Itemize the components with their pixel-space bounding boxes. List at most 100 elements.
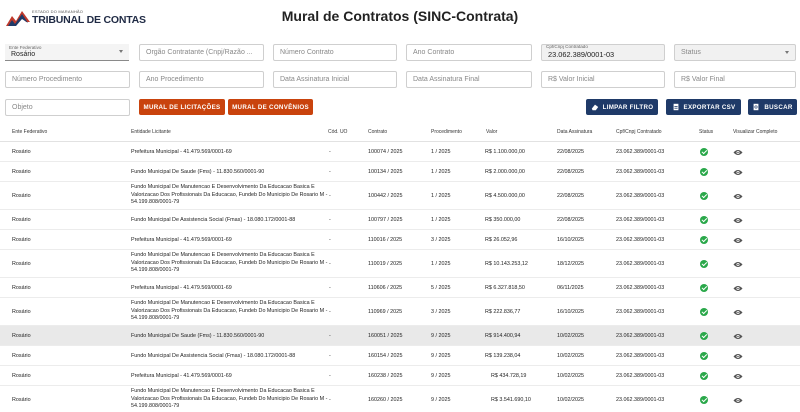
table-row[interactable]: Rosário Fundo Municipal De Saude (Fms) - …	[0, 326, 800, 346]
cell-data: 06/11/2025	[557, 285, 584, 291]
cell-contrato: 110606 / 2025	[368, 285, 403, 291]
ano-procedimento-input[interactable]: Ano Procedimento	[139, 71, 264, 88]
cell-ente: Rosário	[12, 193, 31, 199]
col-contrato[interactable]: Contrato	[368, 129, 387, 135]
exportar-csv-label: EXPORTAR CSV	[683, 103, 736, 111]
cell-ente: Rosário	[12, 237, 31, 243]
col-data[interactable]: Data Assinatura	[557, 129, 592, 135]
cell-contrato: 160238 / 2025	[368, 373, 403, 379]
mural-licitacoes-button[interactable]: MURAL DE LICITAÇÕES	[139, 99, 225, 115]
cell-cod-uo: -	[329, 261, 331, 267]
cell-entidade: Fundo Municipal De Manutencao E Desenvol…	[131, 252, 328, 274]
data-assinatura-inicial-input[interactable]: Data Assinatura Inicial	[273, 71, 397, 88]
valor-inicial-input[interactable]: R$ Valor Inicial	[541, 71, 665, 88]
cell-data: 10/02/2025	[557, 373, 584, 379]
exportar-csv-button[interactable]: EXPORTAR CSV	[666, 99, 741, 115]
cell-entidade: Fundo Municipal De Assistencia Social (F…	[131, 353, 296, 359]
mural-convenios-button[interactable]: MURAL DE CONVÊNIOS	[228, 99, 313, 115]
eye-icon[interactable]	[733, 193, 743, 200]
col-procedimento[interactable]: Procedimento	[431, 129, 462, 135]
eye-icon[interactable]	[733, 217, 743, 224]
eye-icon[interactable]	[733, 169, 743, 176]
chevron-down-icon	[119, 50, 123, 53]
orgao-contratante-input[interactable]: Orgão Contratante (Cnpj/Razão ...	[139, 44, 264, 61]
cell-ente: Rosário	[12, 397, 31, 403]
cell-procedimento: 5 / 2025	[431, 285, 451, 291]
eye-icon[interactable]	[733, 285, 743, 292]
status-ok-icon	[700, 332, 708, 340]
col-valor[interactable]: Valor	[486, 129, 497, 135]
table-row[interactable]: Rosário Prefeitura Municipal - 41.479.569…	[0, 230, 800, 250]
table-row[interactable]: Rosário Fundo Municipal De Assistencia So…	[0, 210, 800, 230]
eye-icon[interactable]	[733, 397, 743, 404]
cell-contrato: 160051 / 2025	[368, 333, 403, 339]
cell-contrato: 160260 / 2025	[368, 397, 403, 403]
cell-cod-uo: -	[329, 149, 331, 155]
cell-entidade: Fundo Municipal De Saude (Fms) - 11.830.…	[131, 333, 265, 339]
table-row[interactable]: Rosário Fundo Municipal De Manutencao E D…	[0, 298, 800, 326]
cell-cod-uo: -	[329, 193, 331, 199]
cell-valor: R$ 222.836,77	[485, 309, 521, 315]
status-ok-icon	[700, 192, 708, 200]
col-cod-uo[interactable]: Cód. UO	[328, 129, 347, 135]
cell-ente: Rosário	[12, 149, 31, 155]
status-placeholder: Status	[681, 49, 701, 56]
table-row[interactable]: Rosário Prefeitura Municipal - 41.479.569…	[0, 142, 800, 162]
cell-data: 10/02/2025	[557, 333, 584, 339]
cell-ente: Rosário	[12, 333, 31, 339]
cell-cod-uo: -	[329, 285, 331, 291]
cell-ente: Rosário	[12, 217, 31, 223]
col-entidade[interactable]: Entidade Licitante	[131, 129, 171, 135]
cell-valor: R$ 350.000,00	[485, 217, 521, 223]
cell-entidade: Fundo Municipal De Manutencao E Desenvol…	[131, 300, 328, 322]
eye-icon[interactable]	[733, 333, 743, 340]
numero-contrato-input[interactable]: Número Contrato	[273, 44, 397, 61]
ente-federativo-label: Ente Federativo	[9, 45, 42, 50]
data-assinatura-final-input[interactable]: Data Assinatura Final	[406, 71, 532, 88]
cell-cpf: 23.062.389/0001-03	[616, 333, 665, 339]
eye-icon[interactable]	[733, 149, 743, 156]
table-row[interactable]: Rosário Prefeitura Municipal - 41.479.569…	[0, 278, 800, 298]
file-export-icon	[673, 103, 678, 111]
cell-procedimento: 1 / 2025	[431, 261, 451, 267]
cell-data: 16/10/2025	[557, 237, 584, 243]
cell-valor: R$ 434.728,19	[491, 373, 527, 379]
ano-contrato-input[interactable]: Ano Contrato	[406, 44, 532, 61]
col-cpf[interactable]: Cpf/Cnpj Contratado	[616, 129, 662, 135]
objeto-input[interactable]: Objeto	[5, 99, 130, 116]
cell-ente: Rosário	[12, 353, 31, 359]
cpf-cnpj-contratado-input[interactable]: Cpf/Cnpj Contratado 23.062.389/0001-03	[541, 44, 665, 61]
contracts-table: Ente Federativo Entidade Licitante Cód. …	[0, 124, 800, 412]
table-row[interactable]: Rosário Prefeitura Municipal - 41.479.569…	[0, 366, 800, 386]
numero-procedimento-input[interactable]: Número Procedimento	[5, 71, 130, 88]
eye-icon[interactable]	[733, 261, 743, 268]
col-visualizar[interactable]: Visualizar Completo	[733, 129, 777, 135]
eye-icon[interactable]	[733, 309, 743, 316]
status-ok-icon	[700, 168, 708, 176]
cell-procedimento: 3 / 2025	[431, 237, 451, 243]
table-row[interactable]: Rosário Fundo Municipal De Manutencao E D…	[0, 250, 800, 278]
buscar-button[interactable]: BUSCAR	[748, 99, 797, 115]
cell-valor: R$ 26.052,96	[485, 237, 518, 243]
cell-cpf: 23.062.389/0001-03	[616, 353, 665, 359]
ente-federativo-select[interactable]: Ente Federativo Rosário	[5, 44, 129, 61]
cell-valor: R$ 2.000.000,00	[485, 169, 525, 175]
eye-icon[interactable]	[733, 373, 743, 380]
cell-entidade: Prefeitura Municipal - 41.479.569/0001-6…	[131, 237, 232, 243]
eye-icon[interactable]	[733, 237, 743, 244]
cell-procedimento: 9 / 2025	[431, 333, 451, 339]
cell-valor: R$ 914.400,94	[485, 333, 521, 339]
col-ente[interactable]: Ente Federativo	[12, 129, 47, 135]
table-row[interactable]: Rosário Fundo Municipal De Manutencao E D…	[0, 386, 800, 412]
table-row[interactable]: Rosário Fundo Municipal De Manutencao E D…	[0, 182, 800, 210]
limpar-filtro-button[interactable]: LIMPAR FILTRO	[586, 99, 658, 115]
status-ok-icon	[700, 148, 708, 156]
status-ok-icon	[700, 284, 708, 292]
valor-final-input[interactable]: R$ Valor Final	[674, 71, 796, 88]
status-select[interactable]: Status	[674, 44, 796, 61]
table-row[interactable]: Rosário Fundo Municipal De Saude (Fms) - …	[0, 162, 800, 182]
table-row[interactable]: Rosário Fundo Municipal De Assistencia So…	[0, 346, 800, 366]
col-status[interactable]: Status	[699, 129, 713, 135]
eye-icon[interactable]	[733, 353, 743, 360]
buscar-label: BUSCAR	[764, 103, 793, 111]
